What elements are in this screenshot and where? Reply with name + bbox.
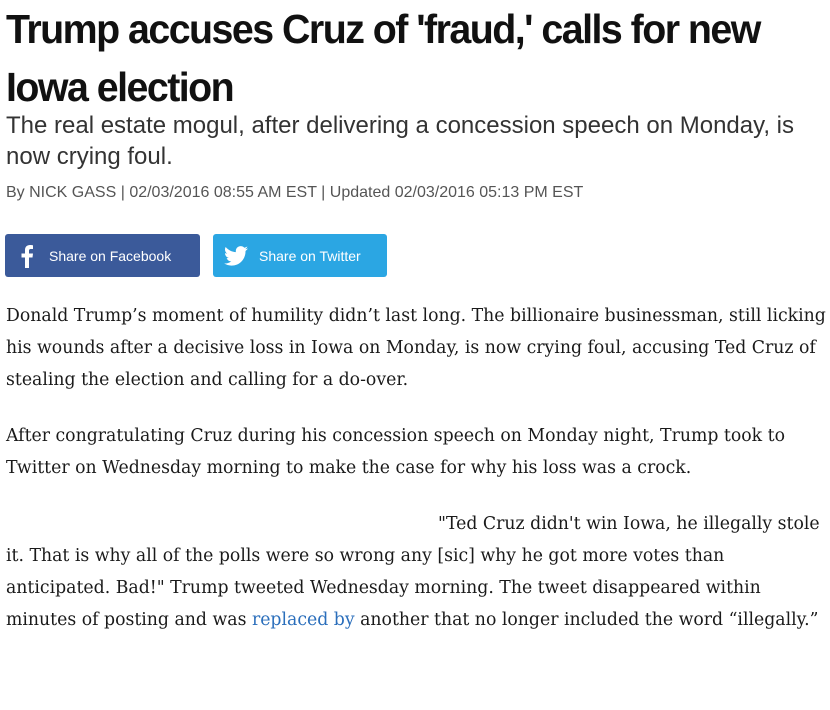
share-twitter-label: Share on Twitter	[259, 247, 361, 264]
subheadline: The real estate mogul, after delivering …	[6, 112, 794, 170]
share-facebook-button[interactable]: Share on Facebook	[5, 234, 200, 277]
byline: By NICK GASS | 02/03/2016 08:55 AM EST |…	[6, 184, 583, 202]
article-body: Donald Trump’s moment of humility didn’t…	[6, 300, 828, 660]
article: Trump accuses Cruz of 'fraud,' calls for…	[0, 0, 830, 710]
paragraph-text: another that no longer included the word…	[354, 610, 819, 630]
byline-separator: |	[316, 184, 330, 201]
twitter-bird-icon	[213, 245, 259, 266]
byline-prefix: By	[6, 184, 30, 201]
replaced-by-link[interactable]: replaced by	[252, 610, 355, 630]
paragraph: Donald Trump’s moment of humility didn’t…	[6, 306, 826, 390]
share-facebook-label: Share on Facebook	[49, 247, 172, 264]
byline-updated: 02/03/2016 05:13 PM EST	[394, 184, 584, 201]
byline-author: NICK GASS	[29, 184, 117, 201]
byline-separator: |	[116, 184, 130, 201]
paragraph: "Ted Cruz didn't win Iowa, he illegally …	[6, 508, 828, 636]
facebook-f-icon	[5, 244, 49, 268]
headline: Trump accuses Cruz of 'fraud,' calls for…	[6, 6, 761, 110]
byline-published: 02/03/2016 08:55 AM EST	[129, 184, 317, 201]
paragraph: After congratulating Cruz during his con…	[6, 426, 785, 478]
share-twitter-button[interactable]: Share on Twitter	[213, 234, 387, 277]
byline-updated-prefix: Updated	[329, 184, 395, 201]
